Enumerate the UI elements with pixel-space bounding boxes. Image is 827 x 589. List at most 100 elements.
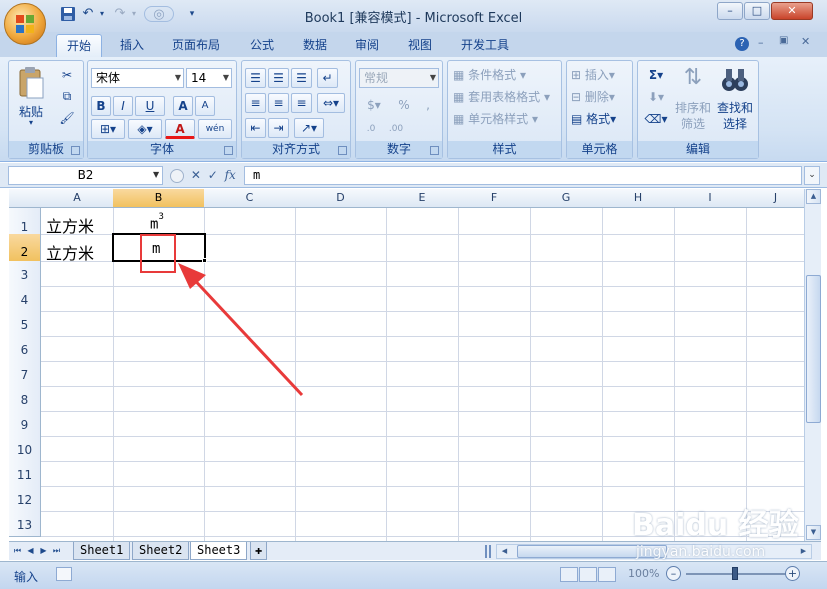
normal-view-icon[interactable] [560, 567, 578, 582]
format-cells-button[interactable]: ▤ 格式▾ [570, 109, 630, 129]
cell-styles-button[interactable]: ▦ 单元格样式 ▾ [452, 109, 557, 129]
currency-icon[interactable]: $▾ [359, 95, 389, 115]
column-header[interactable]: A [41, 189, 114, 208]
ribbon-restore-icon[interactable]: ▣ [779, 35, 788, 46]
column-header[interactable]: F [458, 189, 531, 208]
row-header[interactable]: 1 [9, 208, 41, 235]
tab-data[interactable]: 数据 [293, 34, 337, 57]
page-break-view-icon[interactable] [598, 567, 616, 582]
sheet-tab-sheet2[interactable]: Sheet2 [132, 542, 190, 560]
next-sheet-icon[interactable]: ▶ [38, 544, 49, 558]
chevron-down-icon[interactable]: ▼ [223, 69, 229, 87]
row-header[interactable]: 10 [9, 436, 41, 462]
tab-developer[interactable]: 开发工具 [451, 34, 519, 57]
align-middle-icon[interactable]: ☰ [268, 68, 289, 88]
row-header[interactable]: 4 [9, 286, 41, 312]
redo-dropdown-icon[interactable]: ▾ [126, 6, 142, 22]
close-button[interactable]: ✕ [771, 2, 813, 20]
grow-font-button[interactable]: A [173, 96, 193, 116]
font-name-combo[interactable]: 宋体 ▼ [91, 68, 184, 88]
align-center-icon[interactable]: ≡ [268, 93, 289, 113]
scroll-up-icon[interactable]: ▲ [806, 189, 821, 204]
select-all-corner[interactable] [9, 189, 42, 208]
tab-review[interactable]: 审阅 [345, 34, 389, 57]
row-header[interactable]: 3 [9, 261, 41, 287]
clipboard-launcher-icon[interactable] [71, 146, 80, 155]
first-sheet-icon[interactable]: ⏮ [12, 544, 23, 558]
column-header[interactable]: G [530, 189, 603, 208]
cut-icon[interactable]: ✂ [57, 65, 77, 85]
font-color-button[interactable]: A [165, 119, 195, 139]
orientation-icon[interactable]: ↗▾ [294, 118, 324, 138]
cell-A1[interactable]: 立方米 [46, 213, 94, 237]
row-header[interactable]: 7 [9, 361, 41, 387]
cancel-entry-icon[interactable]: ✕ [191, 168, 201, 182]
comma-button[interactable]: , [418, 95, 438, 115]
underline-button[interactable]: U [135, 96, 165, 116]
sheet-tab-sheet1[interactable]: Sheet1 [73, 542, 131, 560]
row-header[interactable]: 9 [9, 411, 41, 437]
align-top-icon[interactable]: ☰ [245, 68, 266, 88]
font-launcher-icon[interactable] [224, 146, 233, 155]
worksheet-grid[interactable]: A B C D E F G H I J 1 2 3 4 5 6 7 8 9 10… [9, 189, 804, 541]
workbook-close-icon[interactable]: ✕ [801, 35, 810, 48]
decrease-decimal-icon[interactable]: .00 [384, 119, 408, 139]
alignment-launcher-icon[interactable] [338, 146, 347, 155]
number-format-combo[interactable]: 常规 ▼ [359, 68, 439, 88]
find-select-label1[interactable]: 查找和 [714, 99, 756, 116]
phonetic-button[interactable]: wén [198, 119, 232, 139]
page-layout-view-icon[interactable] [579, 567, 597, 582]
chevron-down-icon[interactable]: ▼ [430, 69, 436, 87]
find-select-label2[interactable]: 选择 [714, 115, 756, 132]
column-header-selected[interactable]: B [113, 189, 205, 208]
save-icon[interactable] [60, 6, 76, 22]
fill-icon[interactable]: ⬇▾ [642, 87, 670, 107]
office-button[interactable] [4, 3, 46, 45]
shrink-font-button[interactable]: A [195, 96, 215, 116]
conditional-format-button[interactable]: ▦ 条件格式 ▾ [452, 65, 557, 85]
camera-icon[interactable]: ◎ [144, 6, 174, 22]
tab-view[interactable]: 视图 [398, 34, 442, 57]
copy-icon[interactable]: ⧉ [57, 86, 77, 106]
chevron-down-icon[interactable]: ▼ [175, 69, 181, 87]
insert-function-icon[interactable]: fx [225, 168, 236, 182]
table-format-button[interactable]: ▦ 套用表格格式 ▾ [452, 87, 557, 107]
column-header[interactable]: J [746, 189, 804, 208]
cell-A2[interactable]: 立方米 [46, 240, 94, 264]
formula-expand-icon[interactable]: ⌄ [804, 166, 820, 185]
delete-cells-button[interactable]: ⊟ 删除▾ [570, 87, 630, 107]
row-header[interactable]: 13 [9, 511, 41, 537]
tab-split-handle[interactable] [485, 545, 491, 558]
customize-qat-icon[interactable]: ▾ [184, 6, 200, 22]
maximize-button[interactable]: □ [744, 2, 770, 20]
column-header[interactable]: C [204, 189, 296, 208]
clear-icon[interactable]: ⌫▾ [642, 109, 670, 129]
font-size-combo[interactable]: 14 ▼ [186, 68, 232, 88]
format-painter-icon[interactable]: 🖌 [57, 108, 77, 128]
column-header[interactable]: H [602, 189, 675, 208]
wrap-text-icon[interactable]: ↵ [317, 68, 338, 88]
prev-sheet-icon[interactable]: ◀ [25, 544, 36, 558]
percent-button[interactable]: % [394, 95, 414, 115]
macro-record-icon[interactable] [56, 567, 72, 581]
paste-icon[interactable] [17, 66, 45, 100]
undo-dropdown-icon[interactable]: ▾ [94, 6, 110, 22]
column-header[interactable]: D [295, 189, 387, 208]
binoculars-icon[interactable] [720, 65, 750, 95]
row-header-selected[interactable]: 2 [9, 234, 41, 262]
row-header[interactable]: 5 [9, 311, 41, 337]
row-header[interactable]: 12 [9, 486, 41, 512]
row-header[interactable]: 11 [9, 461, 41, 487]
minimize-button[interactable]: – [717, 2, 743, 20]
confirm-entry-icon[interactable]: ✓ [208, 168, 218, 182]
increase-decimal-icon[interactable]: .0 [359, 119, 383, 139]
tab-page-layout[interactable]: 页面布局 [162, 34, 230, 57]
vertical-scroll-thumb[interactable] [806, 275, 821, 423]
vertical-scrollbar[interactable]: ▲ ▼ [804, 189, 821, 541]
name-box[interactable]: B2 [8, 166, 163, 185]
align-right-icon[interactable]: ≡ [291, 93, 312, 113]
sort-filter-label2[interactable]: 筛选 [672, 115, 714, 132]
increase-indent-icon[interactable]: ⇥ [268, 118, 289, 138]
merge-center-icon[interactable]: ⇔▾ [317, 93, 345, 113]
align-bottom-icon[interactable]: ☰ [291, 68, 312, 88]
